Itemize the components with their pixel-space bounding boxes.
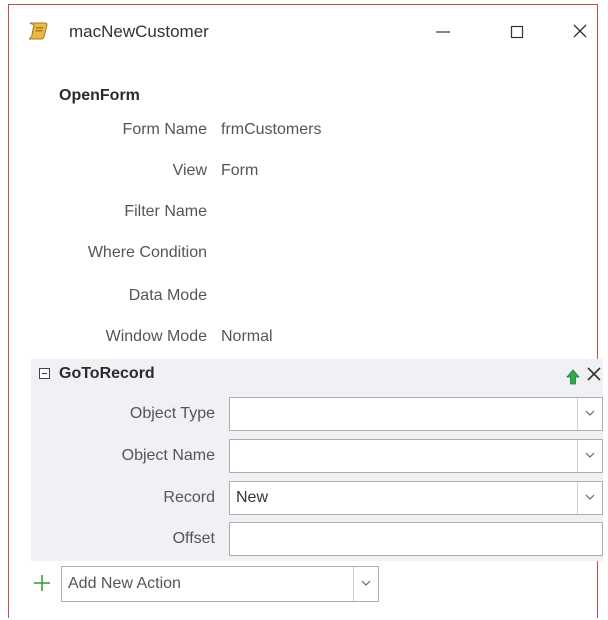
object-type-label: Object Type bbox=[129, 405, 215, 422]
chevron-down-icon bbox=[585, 410, 595, 416]
gotorecord-action-block[interactable]: GoToRecord Object Type Object Name Recor… bbox=[31, 359, 603, 561]
delete-action-icon[interactable] bbox=[587, 367, 601, 381]
minimize-icon bbox=[436, 31, 450, 33]
object-name-combo[interactable] bbox=[229, 439, 603, 473]
minimize-button[interactable] bbox=[423, 15, 463, 47]
record-combo[interactable]: New bbox=[229, 481, 603, 515]
object-name-label: Object Name bbox=[121, 447, 215, 464]
add-new-action-combo[interactable]: Add New Action bbox=[61, 566, 379, 602]
view-label: View bbox=[172, 162, 207, 179]
macro-window: macNewCustomer OpenForm Form Name frmCus… bbox=[8, 4, 603, 618]
offset-input[interactable] bbox=[229, 522, 603, 556]
collapse-toggle-icon[interactable] bbox=[39, 368, 50, 379]
gotorecord-action-title[interactable]: GoToRecord bbox=[59, 365, 155, 383]
filter-name-label: Filter Name bbox=[124, 203, 207, 220]
move-up-icon[interactable] bbox=[566, 369, 580, 385]
window-title: macNewCustomer bbox=[69, 22, 209, 41]
openform-action-title[interactable]: OpenForm bbox=[59, 87, 140, 105]
offset-label: Offset bbox=[172, 530, 215, 547]
record-dropdown-button[interactable] bbox=[577, 482, 602, 514]
add-new-action-dropdown-button[interactable] bbox=[353, 567, 378, 601]
close-button[interactable] bbox=[560, 15, 600, 47]
window-mode-value[interactable]: Normal bbox=[221, 328, 273, 346]
view-value[interactable]: Form bbox=[221, 162, 258, 180]
macro-scroll-icon bbox=[27, 21, 49, 41]
data-mode-label: Data Mode bbox=[128, 287, 207, 304]
close-icon bbox=[573, 24, 587, 38]
form-name-value[interactable]: frmCustomers bbox=[221, 121, 321, 139]
chevron-down-icon bbox=[585, 452, 595, 458]
maximize-icon bbox=[510, 25, 524, 39]
add-new-action-label: Add New Action bbox=[68, 575, 181, 592]
plus-icon[interactable] bbox=[33, 574, 51, 592]
chevron-down-icon bbox=[361, 580, 371, 586]
record-value: New bbox=[236, 489, 269, 506]
title-bar: macNewCustomer bbox=[9, 5, 597, 55]
where-condition-label: Where Condition bbox=[87, 244, 207, 261]
object-name-dropdown-button[interactable] bbox=[577, 440, 602, 472]
object-type-combo[interactable] bbox=[229, 397, 603, 431]
chevron-down-icon bbox=[585, 494, 595, 500]
record-label: Record bbox=[163, 489, 215, 506]
object-type-dropdown-button[interactable] bbox=[577, 398, 602, 430]
window-mode-label: Window Mode bbox=[105, 328, 207, 345]
maximize-button[interactable] bbox=[497, 15, 537, 47]
form-name-label: Form Name bbox=[122, 121, 207, 138]
